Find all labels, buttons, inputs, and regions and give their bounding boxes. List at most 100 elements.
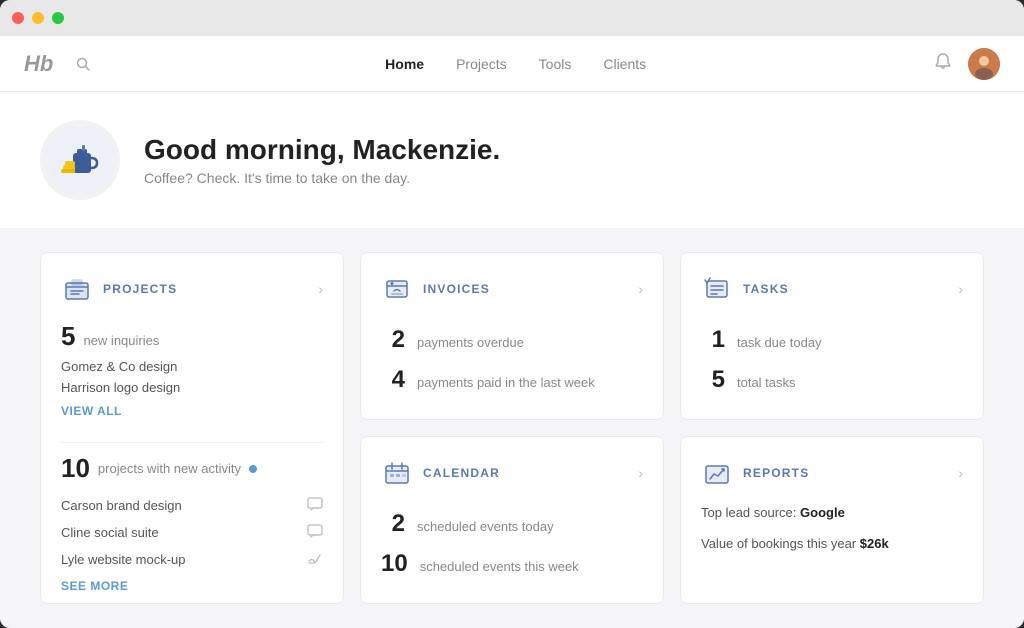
app-logo: Hb <box>24 51 53 77</box>
invoices-card: INVOICES › 2 payments overdue 4 payments… <box>360 252 664 420</box>
calendar-stat-1: 2 scheduled events today <box>381 510 643 538</box>
hero-illustration <box>40 120 120 200</box>
tasks-card: TASKS › 1 task due today 5 total tasks <box>680 252 984 420</box>
calendar-week-count: 10 <box>381 550 408 578</box>
projects-stat-row: 5 new inquiries <box>61 321 323 352</box>
reports-lead-label: Top lead source: <box>701 505 796 520</box>
nav-link-tools[interactable]: Tools <box>539 56 572 72</box>
see-more-link[interactable]: SEE MORE <box>61 579 323 593</box>
project-item-2: Harrison logo design <box>61 377 323 398</box>
calendar-card-header: CALENDAR › <box>381 457 643 489</box>
reports-card-header: REPORTS › <box>701 457 963 489</box>
calendar-stat-2: 10 scheduled events this week <box>381 550 643 578</box>
reports-bookings: Value of bookings this year $26k <box>701 536 963 551</box>
projects-chevron[interactable]: › <box>318 281 323 297</box>
calendar-card: CALENDAR › 2 scheduled events today 10 s… <box>360 436 664 604</box>
invoices-stats: 2 payments overdue 4 payments paid in th… <box>381 321 643 399</box>
activity-item-1: Carson brand design <box>61 492 323 519</box>
activity-label: projects with new activity <box>98 461 241 476</box>
notification-bell[interactable] <box>934 52 952 75</box>
reports-lead-text: Top lead source: Google <box>701 505 963 520</box>
projects-icon <box>61 273 93 305</box>
invoices-overdue-label: payments overdue <box>417 335 524 350</box>
projects-header-left: PROJECTS <box>61 273 177 305</box>
view-all-link[interactable]: VIEW ALL <box>61 404 323 418</box>
invoices-paid-label: payments paid in the last week <box>417 375 595 390</box>
close-button[interactable] <box>12 12 24 24</box>
calendar-today-label: scheduled events today <box>417 519 554 534</box>
dashboard-grid: PROJECTS › 5 new inquiries Gomez & Co de… <box>0 228 1024 628</box>
calendar-stats: 2 scheduled events today 10 scheduled ev… <box>381 505 643 583</box>
invoices-chevron[interactable]: › <box>638 281 643 297</box>
user-avatar[interactable] <box>968 48 1000 80</box>
invoices-header-left: INVOICES <box>381 273 490 305</box>
tasks-icon <box>701 273 733 305</box>
projects-divider <box>61 442 323 443</box>
calendar-chevron[interactable]: › <box>638 465 643 481</box>
activity-name-1: Carson brand design <box>61 498 182 513</box>
reports-bookings-label: Value of bookings this year <box>701 536 856 551</box>
reports-bookings-value: $26k <box>860 536 889 551</box>
greeting-subtitle: Coffee? Check. It's time to take on the … <box>144 170 500 186</box>
tasks-total-label: total tasks <box>737 375 796 390</box>
tasks-card-header: TASKS › <box>701 273 963 305</box>
tasks-stat-2: 5 total tasks <box>701 366 963 394</box>
tasks-chevron[interactable]: › <box>958 281 963 297</box>
search-button[interactable] <box>69 50 97 78</box>
tasks-total-count: 5 <box>701 366 725 394</box>
activity-header: 10 projects with new activity <box>61 453 323 484</box>
activity-item-2: Cline social suite <box>61 519 323 546</box>
nav-link-clients[interactable]: Clients <box>603 56 646 72</box>
signature-icon <box>307 550 323 569</box>
calendar-icon <box>381 457 413 489</box>
reports-title: REPORTS <box>743 466 809 480</box>
projects-card-header: PROJECTS › <box>61 273 323 305</box>
tasks-header-left: TASKS <box>701 273 789 305</box>
reports-icon <box>701 457 733 489</box>
activity-name-3: Lyle website mock-up <box>61 552 186 567</box>
activity-dot <box>249 465 257 473</box>
reports-stats: Top lead source: Google Value of booking… <box>701 505 963 583</box>
calendar-today-count: 2 <box>381 510 405 538</box>
tasks-stats: 1 task due today 5 total tasks <box>701 321 963 399</box>
invoices-title: INVOICES <box>423 282 490 296</box>
invoices-card-header: INVOICES › <box>381 273 643 305</box>
invoices-paid-count: 4 <box>381 366 405 394</box>
greeting-text: Good morning, Mackenzie. <box>144 134 500 166</box>
reports-lead-value: Google <box>800 505 845 520</box>
reports-chevron[interactable]: › <box>958 465 963 481</box>
invoices-stat-1: 2 payments overdue <box>381 326 643 354</box>
invoices-overdue-count: 2 <box>381 326 405 354</box>
app-body: Hb Home Projects Tools Clients <box>0 36 1024 628</box>
tasks-due-label: task due today <box>737 335 822 350</box>
comment-icon-2 <box>307 523 323 542</box>
tasks-stat-1: 1 task due today <box>701 326 963 354</box>
activity-count: 10 <box>61 453 90 484</box>
titlebar <box>0 0 1024 36</box>
minimize-button[interactable] <box>32 12 44 24</box>
invoices-icon <box>381 273 413 305</box>
nav-link-home[interactable]: Home <box>385 56 424 72</box>
navbar: Hb Home Projects Tools Clients <box>0 36 1024 92</box>
comment-icon-1 <box>307 496 323 515</box>
calendar-header-left: CALENDAR <box>381 457 500 489</box>
reports-card: REPORTS › Top lead source: Google Value … <box>680 436 984 604</box>
projects-card: PROJECTS › 5 new inquiries Gomez & Co de… <box>40 252 344 604</box>
activity-name-2: Cline social suite <box>61 525 159 540</box>
app-window: Hb Home Projects Tools Clients <box>0 0 1024 628</box>
invoices-stat-2: 4 payments paid in the last week <box>381 366 643 394</box>
nav-link-projects[interactable]: Projects <box>456 56 507 72</box>
hero-section: Good morning, Mackenzie. Coffee? Check. … <box>0 92 1024 228</box>
tasks-due-count: 1 <box>701 326 725 354</box>
projects-inquiries-label: new inquiries <box>83 333 159 348</box>
calendar-week-label: scheduled events this week <box>420 559 579 574</box>
maximize-button[interactable] <box>52 12 64 24</box>
project-item-1: Gomez & Co design <box>61 356 323 377</box>
reports-header-left: REPORTS <box>701 457 809 489</box>
nav-right <box>934 48 1000 80</box>
tasks-title: TASKS <box>743 282 789 296</box>
projects-title: PROJECTS <box>103 282 177 296</box>
nav-links: Home Projects Tools Clients <box>97 56 934 72</box>
calendar-title: CALENDAR <box>423 466 500 480</box>
projects-count: 5 <box>61 321 75 352</box>
